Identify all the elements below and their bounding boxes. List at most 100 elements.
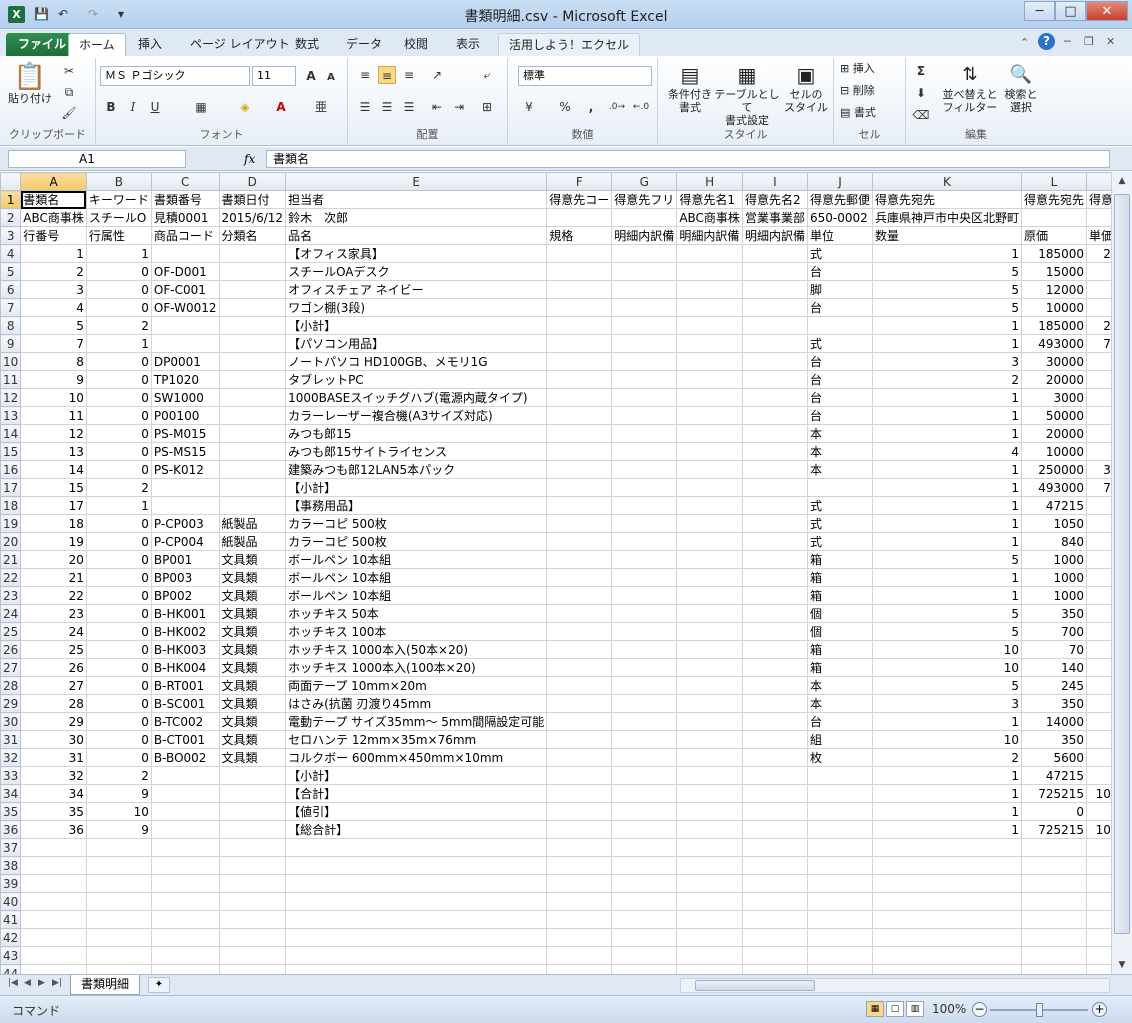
- cell[interactable]: 1: [871, 406, 1022, 425]
- cell[interactable]: 0: [85, 568, 152, 587]
- cell[interactable]: [676, 604, 743, 623]
- cell[interactable]: [20, 928, 87, 947]
- cell[interactable]: 得意先名1: [676, 190, 743, 209]
- cell[interactable]: スチールO: [85, 208, 152, 227]
- cell[interactable]: [611, 298, 678, 317]
- row-header[interactable]: 16: [0, 460, 22, 479]
- cell[interactable]: [676, 748, 743, 767]
- cell[interactable]: 45000: [1085, 352, 1111, 371]
- row-header[interactable]: 7: [0, 298, 22, 317]
- cell[interactable]: 得意先宛先: [871, 190, 1022, 209]
- cell[interactable]: [741, 406, 808, 425]
- find-select-button[interactable]: 🔍 検索と 選択: [1000, 62, 1042, 114]
- copy-icon[interactable]: ⧉: [60, 83, 78, 101]
- cell[interactable]: 15000: [1085, 298, 1111, 317]
- cell[interactable]: BP001: [150, 550, 220, 569]
- cell[interactable]: 見積0001: [150, 208, 220, 227]
- cell[interactable]: 185000: [1020, 244, 1088, 263]
- cell[interactable]: 0: [85, 514, 152, 533]
- cell[interactable]: 5: [871, 622, 1022, 641]
- cell[interactable]: 得意先電話: [1085, 190, 1111, 209]
- row-header[interactable]: 14: [0, 424, 22, 443]
- cell[interactable]: 30000: [1085, 424, 1111, 443]
- cell[interactable]: 840: [1020, 532, 1088, 551]
- cell[interactable]: 35: [20, 802, 87, 821]
- cell[interactable]: BP002: [150, 586, 220, 605]
- cell[interactable]: [285, 892, 548, 911]
- cell[interactable]: [676, 712, 743, 731]
- cell[interactable]: 47215: [1020, 496, 1088, 515]
- column-header[interactable]: I: [741, 172, 808, 191]
- cell[interactable]: 文具類: [218, 748, 287, 767]
- percent-button[interactable]: %: [556, 98, 574, 116]
- cell[interactable]: 品名: [285, 226, 548, 245]
- tab-review[interactable]: 校閲: [394, 33, 438, 56]
- cell[interactable]: [741, 424, 808, 443]
- cell[interactable]: [1020, 964, 1088, 974]
- cell[interactable]: [676, 316, 743, 335]
- font-name-select[interactable]: ＭＳ Ｐゴシック: [100, 66, 250, 86]
- cell[interactable]: PS-MS15: [150, 442, 220, 461]
- cell[interactable]: [611, 334, 678, 353]
- cell[interactable]: 21: [20, 568, 87, 587]
- row-header[interactable]: 13: [0, 406, 22, 425]
- cell[interactable]: 8: [20, 352, 87, 371]
- cell[interactable]: [611, 586, 678, 605]
- cell[interactable]: 5: [871, 676, 1022, 695]
- row-header[interactable]: 43: [0, 946, 22, 965]
- insert-function-button[interactable]: fx: [244, 150, 264, 168]
- cell[interactable]: ボールペン 10本組: [285, 586, 548, 605]
- cell[interactable]: 650-0002: [806, 208, 873, 227]
- cell[interactable]: [546, 334, 613, 353]
- cell[interactable]: 行番号: [20, 226, 87, 245]
- cell[interactable]: [741, 622, 808, 641]
- cell[interactable]: [741, 640, 808, 659]
- cell[interactable]: 明細内訳備: [611, 226, 678, 245]
- cell[interactable]: 1036250: [1085, 784, 1111, 803]
- cell[interactable]: [611, 370, 678, 389]
- cell[interactable]: 1: [871, 784, 1022, 803]
- row-header[interactable]: 9: [0, 334, 22, 353]
- cell[interactable]: 5: [871, 280, 1022, 299]
- underline-button[interactable]: U: [146, 98, 164, 116]
- cell[interactable]: [1020, 928, 1088, 947]
- cell[interactable]: [871, 892, 1022, 911]
- cell[interactable]: [741, 388, 808, 407]
- tab-home[interactable]: ホーム: [68, 33, 126, 56]
- cell[interactable]: [741, 586, 808, 605]
- cell[interactable]: B-HK004: [150, 658, 220, 677]
- cell[interactable]: 34: [20, 784, 87, 803]
- cell[interactable]: 47215: [1020, 766, 1088, 785]
- cell[interactable]: カラーレーザー複合機(A3サイズ対応): [285, 406, 548, 425]
- cell[interactable]: 分類名: [218, 226, 287, 245]
- cell[interactable]: [676, 694, 743, 713]
- orientation-icon[interactable]: ↗: [428, 66, 446, 84]
- cell[interactable]: ホッチキス 1000本入(50本×20): [285, 640, 548, 659]
- cell[interactable]: [546, 424, 613, 443]
- cell[interactable]: [611, 784, 678, 803]
- cell[interactable]: [1020, 946, 1088, 965]
- cell[interactable]: 台: [806, 352, 873, 371]
- cell[interactable]: 100: [1085, 640, 1111, 659]
- cell[interactable]: 本: [806, 676, 873, 695]
- cell[interactable]: [546, 460, 613, 479]
- cell[interactable]: 1: [871, 460, 1022, 479]
- cell[interactable]: [546, 208, 613, 227]
- cell[interactable]: [741, 658, 808, 677]
- cell[interactable]: 3000: [1020, 388, 1088, 407]
- cell[interactable]: 0: [85, 442, 152, 461]
- cell[interactable]: 【事務用品】: [285, 496, 548, 515]
- last-sheet-icon[interactable]: ▶|: [52, 978, 62, 988]
- cell[interactable]: 13: [20, 442, 87, 461]
- cell[interactable]: 文具類: [218, 676, 287, 695]
- cell[interactable]: 【値引】: [285, 802, 548, 821]
- cell[interactable]: [150, 244, 220, 263]
- font-size-select[interactable]: 11: [252, 66, 296, 86]
- cell[interactable]: [871, 964, 1022, 974]
- cell[interactable]: 【オフィス家具】: [285, 244, 548, 263]
- help-icon[interactable]: ?: [1038, 33, 1055, 50]
- next-sheet-icon[interactable]: ▶: [38, 978, 45, 988]
- cell[interactable]: [546, 514, 613, 533]
- cell[interactable]: [806, 946, 873, 965]
- cell[interactable]: [611, 424, 678, 443]
